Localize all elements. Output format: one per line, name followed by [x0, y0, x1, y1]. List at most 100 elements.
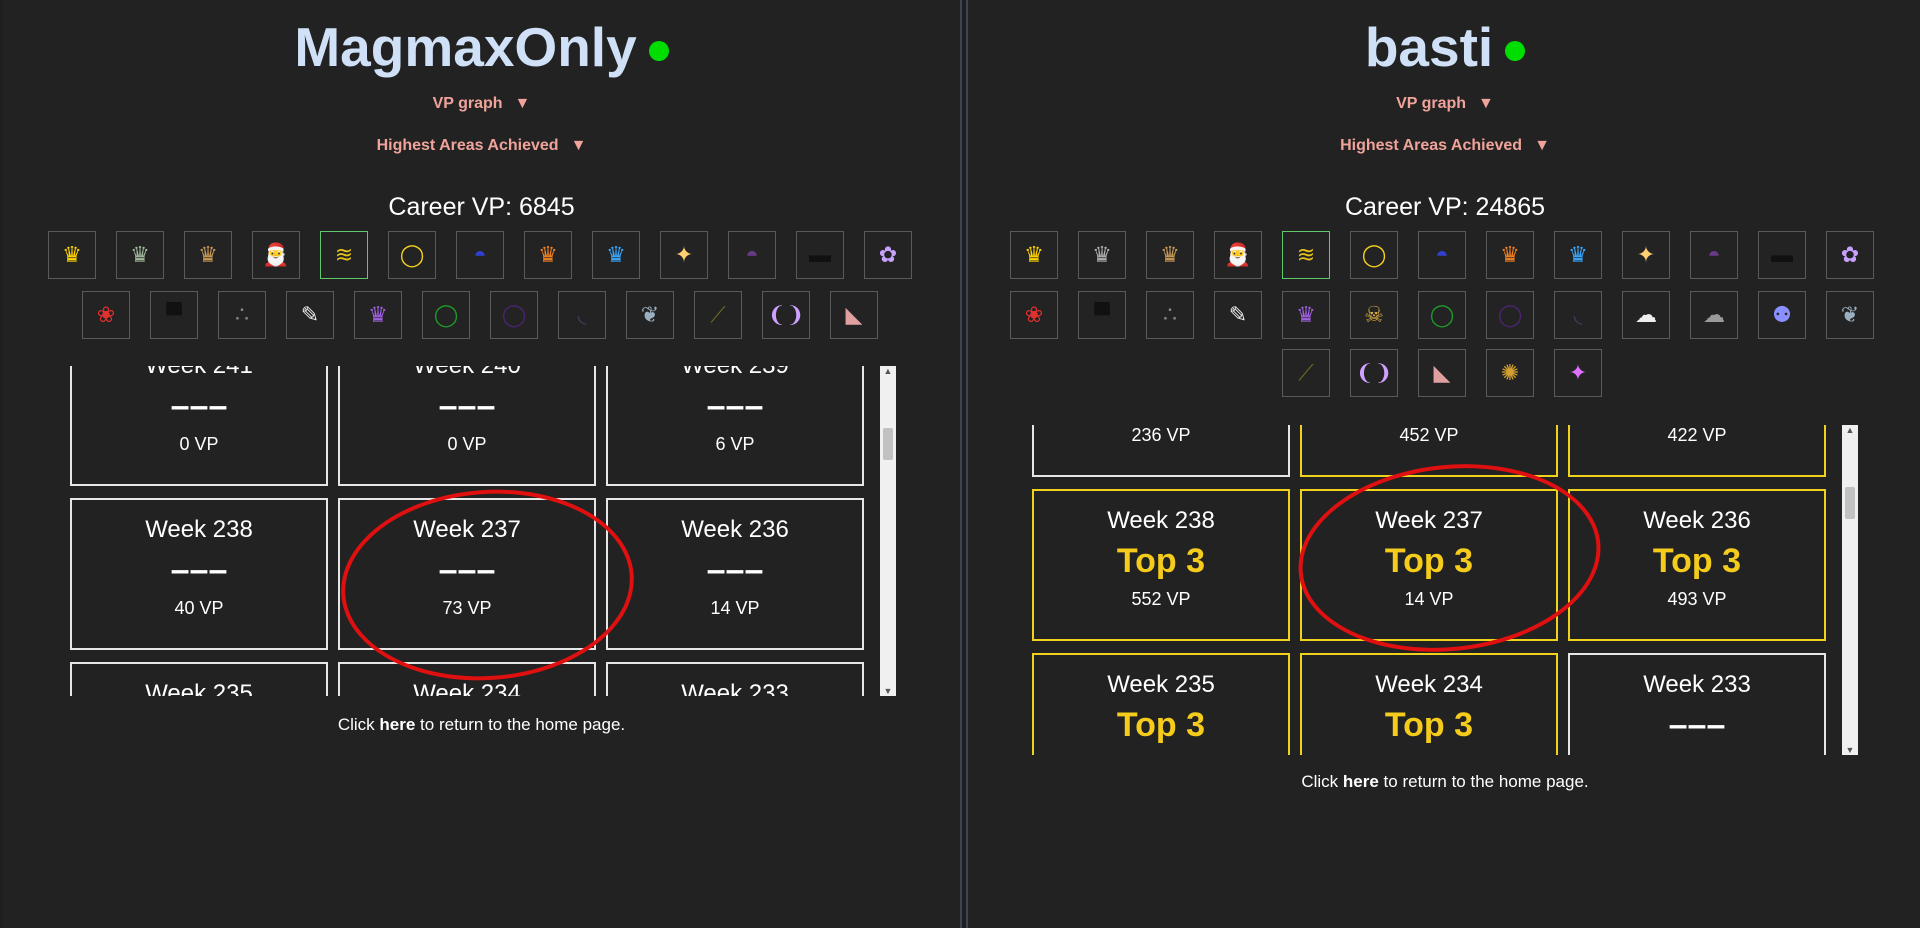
scroll-down-arrow-icon[interactable]: ▼ — [1842, 745, 1858, 755]
hat-slot[interactable]: ◯ — [388, 231, 436, 279]
gold-medallion-icon: ✺ — [1500, 360, 1520, 385]
hat-slot[interactable]: ≋ — [320, 231, 368, 279]
hat-slot[interactable]: ☠ — [1350, 291, 1398, 339]
hat-slot[interactable]: ✺ — [1486, 349, 1534, 397]
hat-slot[interactable]: ♛ — [1554, 231, 1602, 279]
wand-icon: ⟋ — [1298, 360, 1314, 385]
wings-icon: ❦ — [1840, 302, 1860, 327]
purple-ring-icon: ◯ — [501, 302, 527, 327]
career-vp: Career VP: 24865 — [1344, 193, 1546, 221]
hat-slot[interactable]: ◯ — [422, 291, 470, 339]
hat-slot[interactable]: ✎ — [1214, 291, 1262, 339]
hat-slot[interactable]: 🎅 — [1214, 231, 1262, 279]
hat-slot[interactable]: ✦ — [1622, 231, 1670, 279]
hat-slot[interactable]: ♛ — [116, 231, 164, 279]
week-result: Top 3 — [1384, 706, 1474, 744]
week-result-card: Week 237 ––– 73 VP — [338, 498, 596, 650]
hat-slot[interactable]: ▬ — [796, 231, 844, 279]
jeweled-crown-icon: ♛ — [1296, 302, 1316, 327]
hat-slot[interactable]: ◓ — [1690, 231, 1738, 279]
top-hat-icon: ▀ — [166, 302, 182, 327]
hat-slot[interactable]: ❨❩ — [762, 291, 810, 339]
hat-slot[interactable]: ◓ — [456, 231, 504, 279]
week-label: Week 240 — [340, 366, 594, 380]
hat-slot[interactable]: ◟ — [558, 291, 606, 339]
hat-slot[interactable]: ◓ — [728, 231, 776, 279]
hat-slot[interactable]: ☁ — [1622, 291, 1670, 339]
hat-slot[interactable]: ▀ — [1078, 291, 1126, 339]
highest-areas-toggle[interactable]: Highest Areas Achieved ▼ — [3, 137, 960, 155]
weekly-results-scrollbar[interactable]: ▲ ▼ — [1842, 425, 1858, 755]
week-result-card: Week 233 — [606, 662, 864, 696]
week-vp: 40 VP — [174, 598, 224, 618]
week-label: Week 237 — [1375, 507, 1483, 534]
highest-areas-toggle[interactable]: Highest Areas Achieved ▼ — [968, 137, 1920, 155]
scroll-up-arrow-icon[interactable]: ▲ — [1842, 425, 1858, 435]
scroll-thumb[interactable] — [1845, 487, 1855, 519]
blue-santa-hat-icon: ◓ — [473, 242, 487, 267]
hat-slot[interactable]: ♛ — [184, 231, 232, 279]
hat-slot[interactable]: ⚉ — [1758, 291, 1806, 339]
hat-slot[interactable]: ≋ — [1282, 231, 1330, 279]
weekly-results-scroll[interactable]: 236 VP 452 VP 422 VP Week 238 Top 3 552 VP Wee… — [1032, 425, 1862, 755]
hat-slot[interactable]: ♛ — [592, 231, 640, 279]
hat-slot[interactable]: ◯ — [490, 291, 538, 339]
footer-text: to return to the home page. — [415, 715, 626, 734]
bronze-crown-icon: ♛ — [1160, 242, 1180, 267]
home-link[interactable]: here — [379, 715, 415, 734]
hat-slot[interactable]: ❀ — [82, 291, 130, 339]
hat-slot[interactable]: ◓ — [1418, 231, 1466, 279]
scroll-up-arrow-icon[interactable]: ▲ — [880, 366, 896, 376]
hat-slot[interactable]: ✦ — [1554, 349, 1602, 397]
hat-slot[interactable]: ☁ — [1690, 291, 1738, 339]
scroll-thumb[interactable] — [883, 428, 893, 460]
hat-slot[interactable]: ❦ — [626, 291, 674, 339]
hat-slot[interactable]: ◯ — [1418, 291, 1466, 339]
hat-slot[interactable]: 🎅 — [252, 231, 300, 279]
player-name-header: basti — [968, 16, 1920, 78]
hat-slot[interactable]: ♛ — [1078, 231, 1126, 279]
hat-slot[interactable]: ♛ — [1486, 231, 1534, 279]
hat-slot[interactable]: ▀ — [150, 291, 198, 339]
hat-slot[interactable]: ✿ — [1826, 231, 1874, 279]
hat-slot[interactable]: ✎ — [286, 291, 334, 339]
hat-slot[interactable]: ✦ — [660, 231, 708, 279]
santa-hat-icon: 🎅 — [262, 242, 290, 267]
hat-slot[interactable]: ∴ — [218, 291, 266, 339]
online-status-dot — [648, 41, 669, 62]
dark-item-icon: ◟ — [577, 302, 587, 327]
hat-slot[interactable]: ▬ — [1758, 231, 1806, 279]
santa-hat-icon: 🎅 — [1224, 242, 1252, 267]
vp-graph-toggle[interactable]: VP graph ▼ — [3, 95, 960, 113]
week-result-card: Week 235 — [70, 662, 328, 696]
week-result: ––– — [438, 387, 496, 425]
hat-slot[interactable]: ⟋ — [694, 291, 742, 339]
yellow-crown-icon: ♛ — [1024, 242, 1044, 267]
home-link[interactable]: here — [1343, 772, 1379, 791]
week-label: Week 239 — [608, 366, 862, 380]
hat-slot[interactable]: ◯ — [1486, 291, 1534, 339]
hat-slot[interactable]: ❀ — [1010, 291, 1058, 339]
week-vp: 6 VP — [715, 434, 755, 454]
hat-slot[interactable]: ◣ — [830, 291, 878, 339]
hat-slot[interactable]: ◟ — [1554, 291, 1602, 339]
hat-slot[interactable]: ◯ — [1350, 231, 1398, 279]
hat-slot[interactable]: ♛ — [354, 291, 402, 339]
weekly-results-scrollbar[interactable]: ▲ ▼ — [880, 366, 896, 696]
hat-slot[interactable]: ❨❩ — [1350, 349, 1398, 397]
vp-graph-toggle[interactable]: VP graph ▼ — [968, 95, 1920, 113]
hat-slot[interactable]: ♛ — [524, 231, 572, 279]
hat-slot[interactable]: ◣ — [1418, 349, 1466, 397]
hat-slot[interactable]: ♛ — [1282, 291, 1330, 339]
bat-icon: ⚉ — [1772, 302, 1792, 327]
hat-slot[interactable]: ∴ — [1146, 291, 1194, 339]
weekly-results-scroll[interactable]: Week 241 ––– 0 VP Week 240 ––– 0 VP Week 239 ––… — [70, 366, 900, 696]
tiara-icon: ✦ — [1636, 242, 1656, 267]
hat-slot[interactable]: ✿ — [864, 231, 912, 279]
hat-slot[interactable]: ♛ — [1146, 231, 1194, 279]
hat-slot[interactable]: ♛ — [48, 231, 96, 279]
hat-slot[interactable]: ❦ — [1826, 291, 1874, 339]
scroll-down-arrow-icon[interactable]: ▼ — [880, 686, 896, 696]
hat-slot[interactable]: ⟋ — [1282, 349, 1330, 397]
hat-slot[interactable]: ♛ — [1010, 231, 1058, 279]
